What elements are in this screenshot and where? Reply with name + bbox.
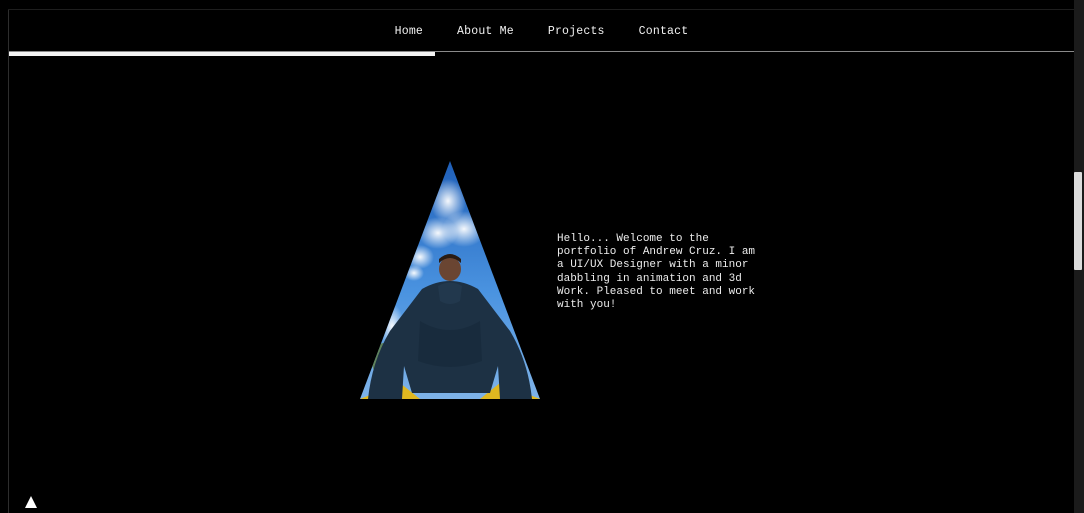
intro-text: Hello... Welcome to the portfolio of And… [557,233,756,312]
triangle-up-icon[interactable] [24,495,38,509]
scroll-progress-fill [9,52,435,56]
nav-about-link[interactable]: About Me [440,25,531,38]
main-nav: Home About Me Projects Contact [9,10,1074,52]
scrollbar-thumb[interactable] [1074,172,1082,270]
scroll-progress-bar [9,52,1074,56]
page: Home About Me Projects Contact Hello... … [0,0,1084,513]
nav-projects-link[interactable]: Projects [531,25,622,38]
window-left-border [8,10,9,513]
portrait-triangle-image [360,161,540,399]
nav-contact-link[interactable]: Contact [622,25,706,38]
nav-home-link[interactable]: Home [378,25,440,38]
